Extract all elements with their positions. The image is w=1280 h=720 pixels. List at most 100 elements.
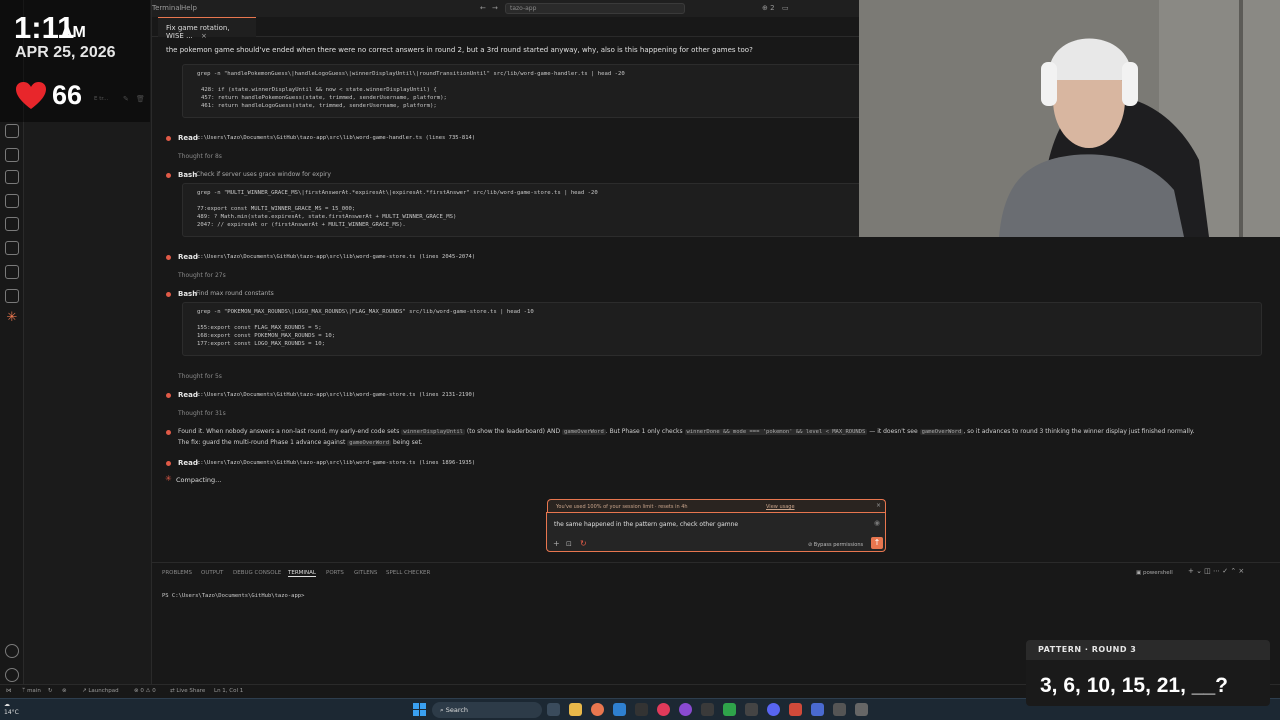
taskbar-search[interactable]: ⌕ Search [432, 702, 542, 718]
forward-arrow-icon[interactable]: → [492, 4, 498, 12]
search-icon[interactable] [5, 124, 19, 138]
run-debug-icon[interactable] [5, 170, 19, 184]
app-icon[interactable] [833, 703, 846, 716]
thought-label[interactable]: Thought for 27s [178, 272, 226, 279]
mic-icon[interactable]: ◉ [874, 519, 880, 527]
response-text: (to show the leaderboard) AND [466, 428, 561, 435]
errors-icon[interactable]: ⊗ [62, 688, 67, 694]
terminal-icon[interactable] [635, 703, 648, 716]
chat-input-box: the same happened in the pattern game, c… [546, 512, 886, 552]
status-dot [166, 430, 171, 435]
code-block: grep -n "POKEMON_MAX_ROUNDS\|LOGO_MAX_RO… [182, 302, 1262, 356]
user-message: the pokemon game should've ended when th… [166, 46, 753, 54]
tab-output[interactable]: OUTPUT [201, 570, 223, 576]
chat-icon[interactable]: ▭ [782, 4, 789, 12]
docker-icon[interactable] [5, 265, 19, 279]
tab-spell-checker[interactable]: SPELL CHECKER [386, 570, 430, 576]
remote-explorer-icon[interactable] [5, 217, 19, 231]
command-line: grep -n "MULTI_WINNER_GRACE_MS\|firstAns… [197, 190, 598, 196]
bash-description: Find max round constants [196, 290, 274, 297]
tab-gitlens[interactable]: GITLENS [354, 570, 377, 576]
testing-icon[interactable] [5, 241, 19, 255]
send-button[interactable]: ↑ [871, 537, 883, 549]
read-path[interactable]: c:\Users\Tazo\Documents\GitHub\tazo-app\… [197, 392, 475, 398]
xbox-icon[interactable] [723, 703, 736, 716]
branch-indicator[interactable]: ᛘ main [22, 688, 41, 694]
discord-icon[interactable] [767, 703, 780, 716]
steam-icon[interactable] [701, 703, 714, 716]
compacting-status: Compacting... [176, 476, 222, 484]
obs-icon[interactable] [657, 703, 670, 716]
capcut-icon[interactable] [745, 703, 758, 716]
settings-gear-icon[interactable] [5, 668, 19, 682]
read-path[interactable]: c:\Users\Tazo\Documents\GitHub\tazo-app\… [197, 135, 475, 141]
close-icon[interactable]: × [876, 502, 881, 509]
menu-help[interactable]: Help [181, 4, 197, 12]
tab-fix-game-rotation[interactable]: Fix game rotation, WISE ... × [158, 17, 256, 40]
prompt-input[interactable]: the same happened in the pattern game, c… [554, 521, 738, 528]
thought-label[interactable]: Thought for 31s [178, 410, 226, 417]
read-label: Read [178, 459, 198, 467]
tab-debug-console[interactable]: DEBUG CONSOLE [233, 570, 281, 576]
gitlens-icon[interactable] [5, 289, 19, 303]
read-label: Read [178, 391, 198, 399]
output-line: 177:export const LOGO_MAX_ROUNDS = 10; [197, 341, 325, 347]
thought-label[interactable]: Thought for 8s [178, 153, 222, 160]
view-usage-link[interactable]: View usage [766, 504, 795, 510]
attach-file-icon[interactable]: ⊡ [566, 540, 572, 548]
inline-code: winnerDone && mode === 'pokemon' && leve… [684, 429, 868, 435]
source-control-icon[interactable] [5, 148, 19, 162]
read-path[interactable]: c:\Users\Tazo\Documents\GitHub\tazo-app\… [197, 460, 475, 466]
live-share[interactable]: ⇄ Live Share [170, 688, 205, 694]
tab-ports[interactable]: PORTS [326, 570, 344, 576]
new-terminal-icon[interactable]: + ⌄ ◫ ⋯ ✓ ⌃ × [1188, 567, 1244, 575]
search-label: Search [445, 706, 469, 714]
refresh-icon[interactable]: ↻ [580, 539, 587, 548]
claude-icon[interactable]: ✳ [5, 311, 19, 325]
task-view-icon[interactable] [547, 703, 560, 716]
output-line: 428: if (state.winnerDisplayUntil && now… [201, 87, 437, 93]
extensions-icon[interactable] [5, 194, 19, 208]
app-icon[interactable] [789, 703, 802, 716]
command-center-search[interactable]: tazo-app [505, 3, 685, 14]
settings-icon[interactable] [855, 703, 868, 716]
firefox-icon[interactable] [591, 703, 604, 716]
command-line: grep -n "POKEMON_MAX_ROUNDS\|LOGO_MAX_RO… [197, 309, 534, 315]
file-explorer-icon[interactable] [569, 703, 582, 716]
terminal-prompt[interactable]: PS C:\Users\Tazo\Documents\GitHub\tazo-a… [162, 593, 304, 599]
menu-terminal[interactable]: Terminal [152, 4, 182, 12]
output-line: 457: return handlePokemonGuess(state, tr… [201, 95, 447, 101]
inline-code: gameOverWord [919, 429, 964, 435]
windows-start-icon[interactable] [412, 702, 427, 717]
sync-icon[interactable]: ↻ [48, 688, 53, 694]
bash-label: Bash [178, 171, 198, 179]
launchpad[interactable]: ↗ Launchpad [82, 688, 119, 694]
read-path[interactable]: c:\Users\Tazo\Documents\GitHub\tazo-app\… [197, 254, 475, 260]
clock-ampm: AM [61, 24, 86, 41]
tab-problems[interactable]: PROBLEMS [162, 570, 192, 576]
menu-bar: Terminal Help ← → tazo-app ⊕ 2 ▭ [152, 0, 859, 17]
weather-widget[interactable]: ☁ 14°C [4, 701, 19, 717]
app-icon[interactable] [811, 703, 824, 716]
app-icon[interactable] [679, 703, 692, 716]
copilot-icon[interactable]: ⊕ 2 [762, 4, 775, 12]
heart-rate: 66 [52, 80, 83, 110]
remote-icon[interactable]: ⋈ [6, 688, 12, 694]
problems-count[interactable]: ⊗ 0 ⚠ 0 [134, 688, 156, 694]
tab-terminal[interactable]: TERMINAL [288, 570, 316, 577]
bypass-permissions-toggle[interactable]: ⊘ Bypass permissions [808, 542, 863, 548]
bypass-label: Bypass permissions [813, 542, 864, 548]
branch-name: main [27, 688, 41, 694]
response-text: — it doesn't see [869, 428, 918, 435]
cursor-position[interactable]: Ln 1, Col 1 [214, 688, 243, 694]
add-icon[interactable]: + [553, 539, 560, 548]
usage-limit-banner: You've used 100% of your session limit ·… [547, 499, 886, 513]
vscode-icon[interactable] [613, 703, 626, 716]
shell-name: powershell [1142, 570, 1173, 576]
back-arrow-icon[interactable]: ← [480, 4, 486, 12]
thought-label[interactable]: Thought for 5s [178, 373, 222, 380]
account-icon[interactable] [5, 644, 19, 658]
terminal-shell-selector[interactable]: ▣ powershell [1136, 570, 1173, 576]
clock-date: APR 25, 2026 [15, 44, 116, 61]
spinner-icon: ✳ [165, 474, 172, 483]
